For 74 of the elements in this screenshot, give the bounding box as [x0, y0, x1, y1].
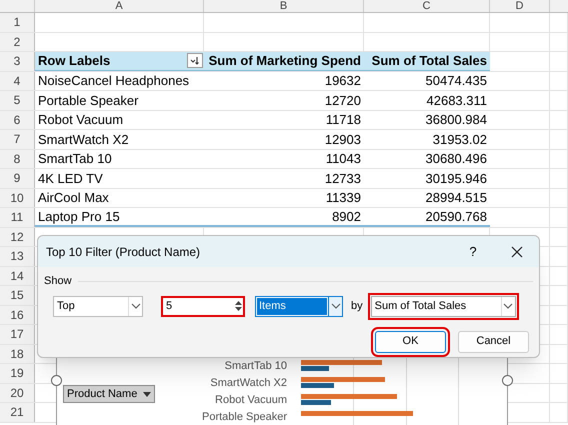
row-number: 1 — [14, 14, 20, 32]
table-cell: 8902 — [204, 208, 364, 226]
help-button[interactable]: ? — [463, 242, 483, 262]
table-cell-text: 12903 — [324, 130, 362, 148]
dropdown[interactable]: Items — [255, 296, 343, 316]
chevron-icon — [328, 296, 342, 316]
row-number: 18 — [10, 346, 24, 363]
row-number: 3 — [14, 53, 20, 70]
table-cell-text: 11043 — [324, 150, 362, 168]
close-button[interactable] — [509, 244, 525, 260]
chevron-icon — [128, 296, 142, 316]
dropdown[interactable]: Top — [53, 296, 143, 316]
axis-label: SmartTab 10 — [224, 361, 287, 372]
resize-handle[interactable] — [502, 375, 513, 386]
table-cell-text: 31953.02 — [432, 130, 488, 148]
table-cell-text: 4K LED TV — [37, 170, 104, 188]
row-number: 11 — [10, 209, 24, 226]
table-cell-text: 50474.435 — [424, 72, 488, 90]
cancel-button[interactable]: Cancel — [458, 330, 529, 352]
row-number: 19 — [10, 365, 24, 382]
table-cell-text: 12733 — [324, 170, 362, 188]
row-number: 6 — [14, 112, 20, 129]
row-number: 8 — [14, 150, 20, 168]
table-cell-text: 11339 — [324, 189, 362, 207]
row-number: 5 — [14, 92, 20, 110]
column-header[interactable]: A — [115, 0, 123, 12]
sort-filter-button[interactable] — [187, 53, 203, 68]
row-number: 16 — [10, 306, 24, 324]
column-header[interactable]: B — [280, 0, 288, 12]
dropdown-icon — [143, 392, 152, 396]
row-number: 13 — [10, 248, 24, 266]
row-number: 9 — [14, 170, 20, 188]
row-number: 4 — [14, 72, 20, 90]
chevron-icon — [500, 296, 515, 316]
table-cell-text: SmartTab 10 — [37, 150, 113, 168]
table-cell: 20590.768 — [364, 208, 490, 226]
resize-handle[interactable] — [51, 375, 62, 386]
table-cell: Laptop Pro 15 — [35, 208, 204, 226]
table-cell-text: AirCool Max — [37, 189, 110, 207]
row-number: 21 — [10, 404, 24, 422]
table-cell-text: 11718 — [324, 111, 362, 129]
row-number: 12 — [10, 228, 24, 246]
sort-filter-icon — [190, 56, 200, 65]
table-cell-text: 30680.496 — [424, 150, 488, 168]
row-number: 10 — [10, 190, 24, 207]
table-cell-text: Robot Vacuum — [37, 111, 124, 129]
row-number: 15 — [10, 287, 24, 304]
column-header[interactable]: D — [516, 0, 524, 12]
row-number: 17 — [10, 326, 24, 344]
row-number: 7 — [14, 131, 20, 148]
axis-label: Robot Vacuum — [215, 395, 287, 406]
axis-label: SmartWatch X2 — [210, 378, 287, 389]
table-cell-text: 36800.984 — [424, 111, 488, 129]
table-cell-text: NoiseCancel Headphones — [37, 72, 190, 90]
table-cell-text: Portable Speaker — [37, 92, 140, 110]
table-cell-text: 28994.515 — [424, 189, 488, 207]
table-cell-text: 19632 — [324, 72, 362, 90]
table-cell-text: 12720 — [324, 92, 362, 110]
table-cell-text: 42683.311 — [426, 92, 488, 110]
header-label: Row Labels — [38, 52, 110, 70]
by-label: by — [351, 298, 363, 314]
table-cell-text: 30195.946 — [424, 170, 488, 188]
group-label: Show — [44, 274, 72, 289]
column-header[interactable]: C — [422, 0, 430, 12]
table-cell-text: SmartWatch X2 — [37, 130, 130, 148]
row-number: 2 — [14, 34, 20, 51]
table-header: Sum of Marketing Spend — [204, 52, 364, 70]
axis-label: Portable Speaker — [202, 412, 287, 423]
row-number: 20 — [10, 384, 24, 402]
table-header: Sum of Total Sales — [364, 52, 490, 70]
number-input[interactable]: 5 — [161, 296, 245, 316]
field-button[interactable]: Product Name — [63, 385, 156, 403]
row-number: 14 — [10, 268, 24, 285]
dialog-title: Top 10 Filter (Product Name) — [46, 244, 202, 260]
